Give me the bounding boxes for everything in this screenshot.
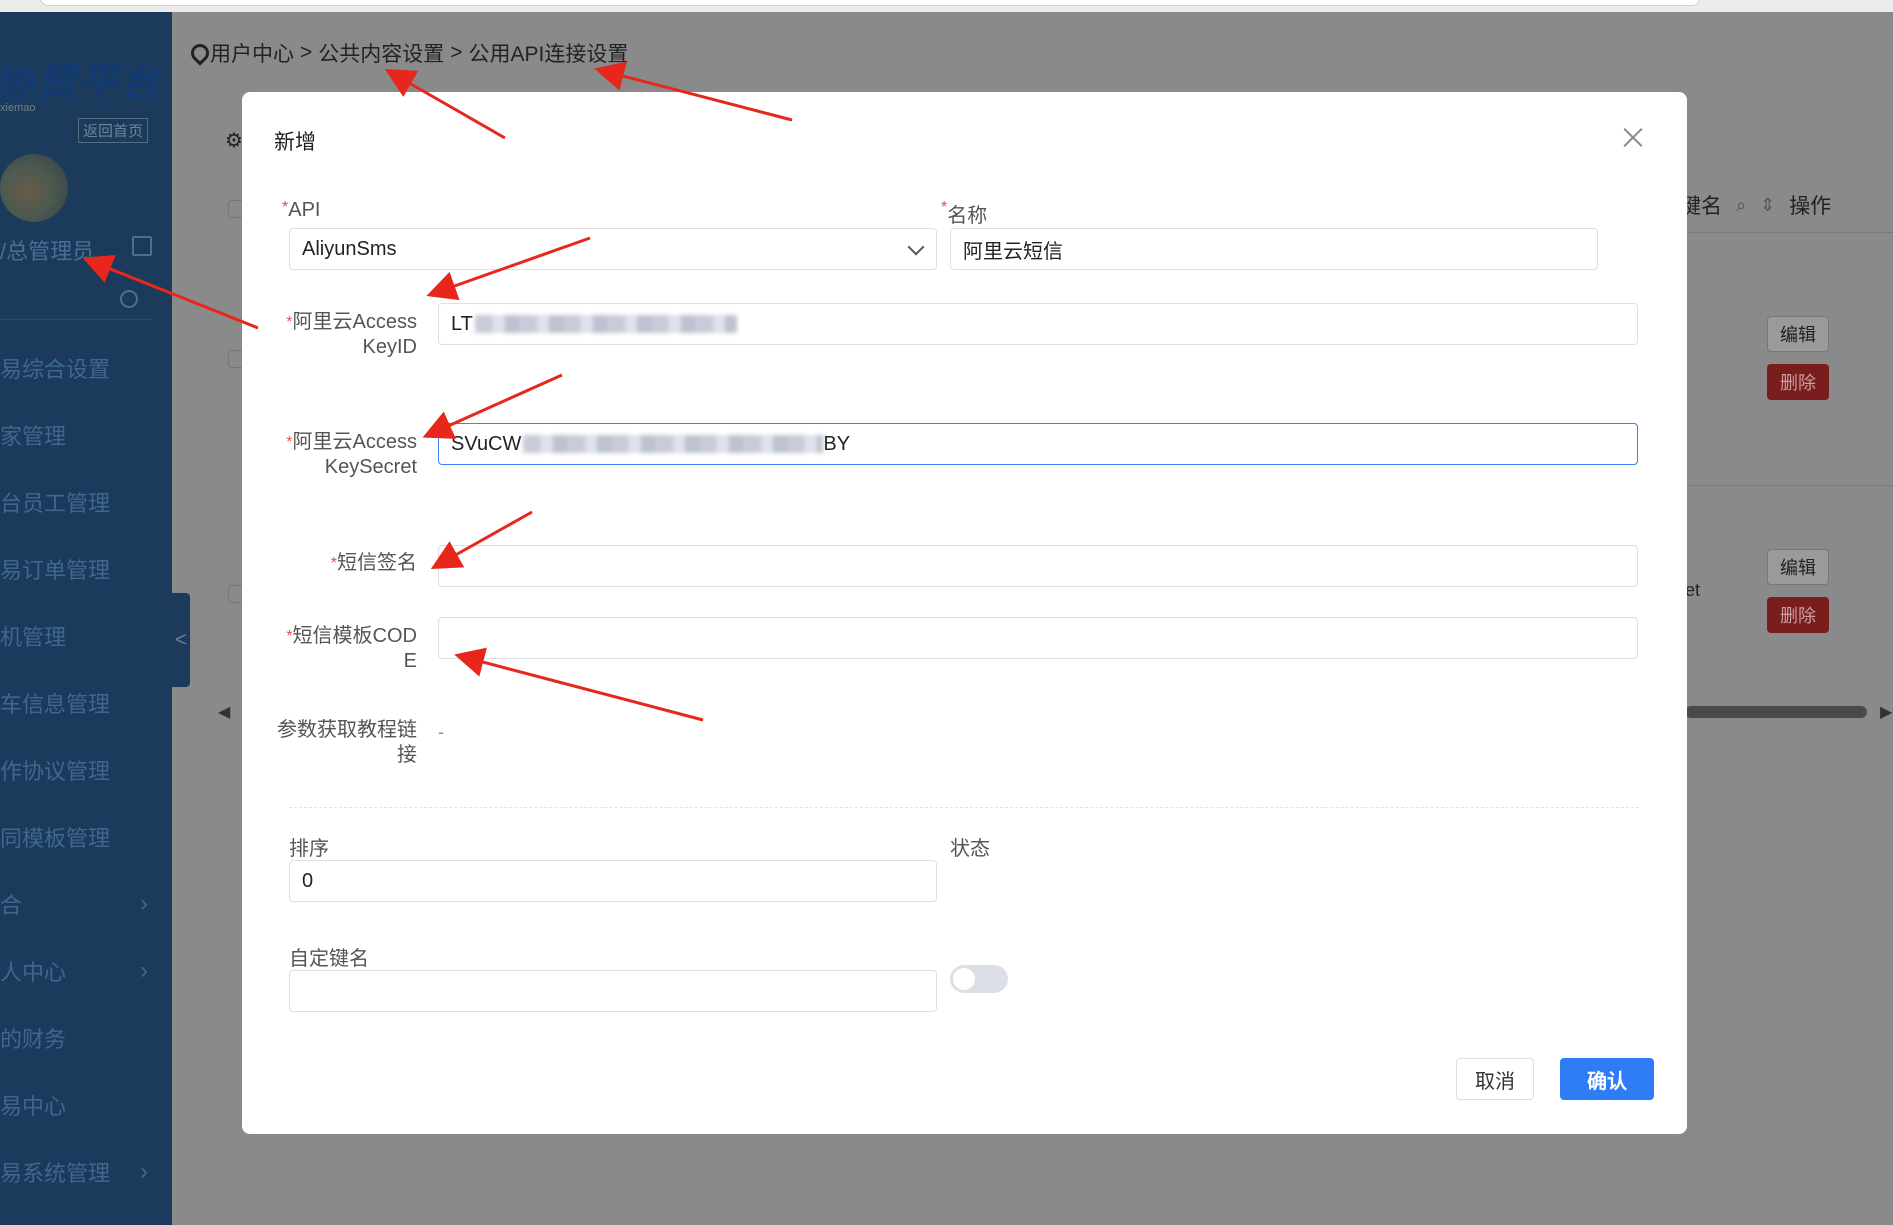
sort-input[interactable]: 0 <box>289 860 937 902</box>
sidebar-item[interactable]: 机管理 <box>0 602 172 669</box>
search-icon <box>120 290 138 308</box>
delete-button[interactable]: 删除 <box>1767 364 1829 400</box>
scroll-right-icon[interactable]: ▶ <box>1880 702 1892 722</box>
admin-name: /总管理员 <box>0 239 95 264</box>
breadcrumb-separator: > <box>450 41 463 64</box>
table-divider <box>1685 485 1893 486</box>
sms-sign-input[interactable] <box>438 545 1638 587</box>
access-key-id-label: *阿里云AccessKeyID <box>286 311 417 358</box>
sidebar-item[interactable]: 车信息管理 <box>0 669 172 736</box>
sidebar: 协贸平台 xiemao 返回首页 /总管理员 易综合设置 家管理 台员工管理 易… <box>0 12 172 1225</box>
sidebar-item-label: 作协议管理 <box>0 758 111 784</box>
status-label: 状态 <box>950 838 990 860</box>
gear-icon[interactable]: ⚙ <box>225 128 243 153</box>
sms-sign-label: *短信签名 <box>330 552 417 574</box>
chevron-down-icon <box>907 238 925 256</box>
sidebar-item-label: 合 <box>0 892 23 918</box>
add-dialog: 新增 *API AliyunSms *名称 阿里云短信 *阿里云AccessKe… <box>242 92 1687 1134</box>
sidebar-item-label: 的财务 <box>0 1026 67 1052</box>
sidebar-item-label: 人中心 <box>0 959 67 985</box>
column-header-ops: 操作 <box>1789 195 1832 218</box>
redacted-value <box>474 315 737 333</box>
sidebar-collapse-toggle[interactable]: < <box>172 593 190 687</box>
sidebar-item[interactable]: 作协议管理 <box>0 736 172 803</box>
name-label: *名称 <box>941 199 988 227</box>
sidebar-item[interactable]: 台员工管理 <box>0 468 172 535</box>
table-header: 键名 ⌕ ⇕ 操作 <box>1680 190 1831 220</box>
avatar <box>0 154 68 222</box>
sms-template-input[interactable] <box>438 617 1638 659</box>
access-key-secret-label: *阿里云AccessKeySecret <box>286 431 417 478</box>
logo: 协贸平台 <box>0 61 162 105</box>
delete-button[interactable]: 删除 <box>1767 597 1829 633</box>
search-icon[interactable]: ⌕ <box>1736 195 1746 216</box>
access-key-secret-input[interactable]: SVuCW BY <box>438 423 1638 465</box>
browser-top-strip <box>0 0 1893 12</box>
sidebar-item[interactable]: 同模板管理 <box>0 803 172 870</box>
sidebar-item-label: 同模板管理 <box>0 825 111 851</box>
breadcrumb: 用户中心 > 公共内容设置 > 公用API连接设置 <box>190 38 628 68</box>
dialog-title: 新增 <box>274 131 316 154</box>
sidebar-item[interactable]: 人中心 › <box>0 937 172 1004</box>
back-home-link[interactable]: 返回首页 <box>78 118 149 143</box>
sidebar-item-label: 车信息管理 <box>0 691 111 717</box>
api-label: *API <box>282 199 321 221</box>
sidebar-item[interactable]: 易综合设置 <box>0 334 172 401</box>
chevron-right-icon: › <box>140 889 148 917</box>
sidebar-item-label: 台员工管理 <box>0 490 111 516</box>
tutorial-link-label: 参数获取教程链接 <box>277 719 417 766</box>
api-select[interactable]: AliyunSms <box>289 228 937 270</box>
table-divider <box>1685 232 1893 233</box>
breadcrumb-separator: > <box>300 41 313 64</box>
logo-subtitle: xiemao <box>0 102 36 114</box>
cancel-button[interactable]: 取消 <box>1456 1058 1534 1100</box>
confirm-button[interactable]: 确认 <box>1560 1058 1654 1100</box>
edit-button[interactable]: 编辑 <box>1767 549 1829 585</box>
sidebar-item-label: 易订单管理 <box>0 557 111 583</box>
sidebar-item[interactable]: 合 › <box>0 870 172 937</box>
table-cell: et <box>1685 580 1701 600</box>
breadcrumb-item[interactable]: 公用API连接设置 <box>469 38 629 68</box>
sidebar-menu: 易综合设置 家管理 台员工管理 易订单管理 机管理 车信息管理 作协议管理 同模… <box>0 334 172 1205</box>
edit-button[interactable]: 编辑 <box>1767 316 1829 352</box>
sidebar-item-label: 家管理 <box>0 423 67 449</box>
chevron-right-icon: › <box>140 1157 148 1185</box>
breadcrumb-item[interactable]: 用户中心 <box>210 38 294 68</box>
redacted-value <box>523 435 824 453</box>
tutorial-link-value: - <box>438 722 444 742</box>
sidebar-item[interactable]: 易订单管理 <box>0 535 172 602</box>
chevron-right-icon: › <box>140 956 148 984</box>
horizontal-scrollbar[interactable] <box>1685 706 1867 718</box>
custom-key-label: 自定键名 <box>289 948 369 970</box>
location-pin-icon <box>190 44 204 62</box>
sidebar-item[interactable]: 易中心 <box>0 1071 172 1138</box>
breadcrumb-item[interactable]: 公共内容设置 <box>318 38 444 68</box>
status-toggle[interactable] <box>950 965 1008 993</box>
name-input[interactable]: 阿里云短信 <box>950 228 1598 270</box>
address-bar[interactable] <box>40 0 1700 6</box>
sidebar-item[interactable]: 家管理 <box>0 401 172 468</box>
sort-icon[interactable]: ⇕ <box>1760 195 1775 216</box>
sidebar-search[interactable] <box>0 284 152 320</box>
sidebar-item-label: 易综合设置 <box>0 356 111 382</box>
scroll-left-icon[interactable]: ◀ <box>218 702 230 722</box>
toggle-knob <box>953 968 975 990</box>
sidebar-item-label: 机管理 <box>0 624 67 650</box>
access-key-id-input[interactable]: LT <box>438 303 1638 345</box>
sort-label: 排序 <box>289 838 329 860</box>
sidebar-item[interactable]: 易系统管理 › <box>0 1138 172 1205</box>
sidebar-item-label: 易中心 <box>0 1093 67 1119</box>
sidebar-item-label: 易系统管理 <box>0 1160 111 1186</box>
custom-key-input[interactable] <box>289 970 937 1012</box>
logout-icon[interactable] <box>132 236 152 256</box>
form-divider <box>289 807 1639 808</box>
sms-template-label: *短信模板CODE <box>286 625 417 672</box>
sidebar-item[interactable]: 的财务 <box>0 1004 172 1071</box>
close-icon[interactable] <box>1622 126 1644 148</box>
